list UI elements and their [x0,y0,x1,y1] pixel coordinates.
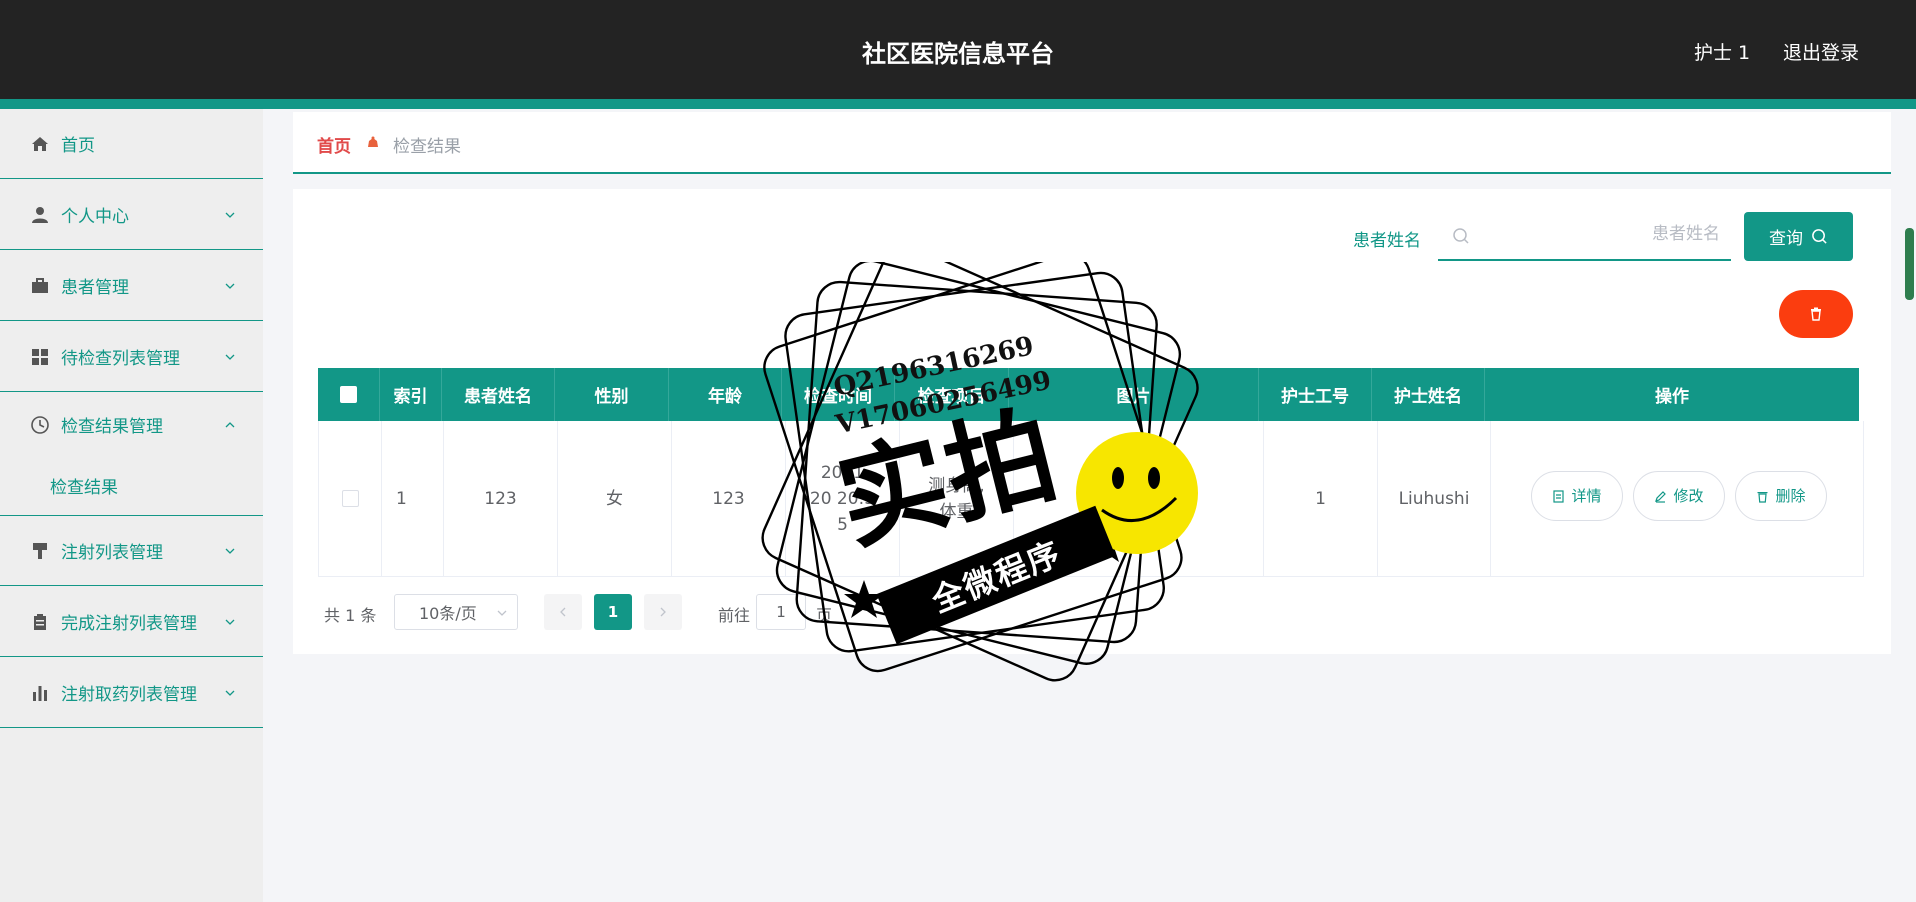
batch-delete-button[interactable] [1779,290,1853,338]
search-label: 患者姓名 [1353,231,1421,251]
cell-index: 1 [382,421,444,576]
grid-icon [30,347,50,367]
trash-icon [1811,307,1821,321]
sidebar-item-label: 首页 [61,136,95,156]
user-icon [30,205,50,225]
goto-unit: 页 [816,606,833,625]
chevron-down-icon [225,283,235,289]
sidebar-item-label: 注射列表管理 [61,543,163,563]
search-icon [1812,229,1827,244]
sidebar-subitem-check-results[interactable]: 检查结果 [50,473,118,498]
cell-age: 123 [672,421,786,576]
brush-icon [30,541,50,561]
top-header: 社区医院信息平台 护士 1 退出登录 [0,0,1916,99]
goto-page-input[interactable] [756,594,806,630]
sidebar-item-check-results[interactable]: 检查结果管理 [0,393,263,456]
clipboard-icon [30,612,50,632]
sidebar-item-home[interactable]: 首页 [0,109,263,179]
flag-icon [368,136,378,147]
clock-icon [30,415,50,435]
sidebar-item-label: 待检查列表管理 [61,349,180,369]
briefcase-icon [30,276,50,296]
column-header: 操作 [1655,387,1689,407]
detail-button[interactable]: 详情 [1531,471,1623,521]
header-accent-bar [0,99,1916,109]
cell-nurse-id: 1 [1264,421,1378,576]
cell-gender: 女 [558,421,672,576]
prev-page-button[interactable] [544,594,582,630]
column-header: 护士工号 [1259,368,1372,421]
next-page-button[interactable] [644,594,682,630]
column-header: 索引 [380,368,442,421]
row-select-cell [319,421,382,576]
edit-button-label: 修改 [1673,487,1704,505]
chevron-left-icon [560,607,566,617]
column-header: 年龄 [669,368,782,421]
home-icon [30,134,50,154]
query-button-label: 查询 [1769,229,1803,249]
search-box [1438,211,1731,261]
row-checkbox[interactable] [341,490,359,507]
select-all-checkbox[interactable] [340,386,357,403]
sidebar-item-label: 注射取药列表管理 [61,685,197,705]
page-scrollbar[interactable] [1905,228,1914,300]
chevron-down-icon [225,619,235,625]
detail-button-label: 详情 [1571,487,1602,505]
sidebar-item-completed-injections[interactable]: 完成注射列表管理 [0,587,263,657]
edit-icon [1655,490,1667,503]
cell-patient-name: 123 [444,421,558,576]
edit-button[interactable]: 修改 [1633,471,1725,521]
chevron-right-icon [660,607,666,617]
current-user: 护士 1 [1694,42,1751,64]
sidebar: 首页 个人中心 患者管理 待检查列表管理 检查结果管理 检查结果 注射列表管理 [0,109,263,902]
pagination-total: 共 1 条 [324,606,377,625]
app-title: 社区医院信息平台 [862,40,1054,68]
trash-icon [1757,491,1768,503]
column-header: 性别 [555,368,669,421]
table-header: 索引 患者姓名 性别 年龄 检查时间 检查项目 图片 护士工号 护士姓名 操作 [318,368,1859,421]
sidebar-item-injection-pickup[interactable]: 注射取药列表管理 [0,658,263,728]
delete-button[interactable]: 删除 [1735,471,1827,521]
cell-actions: 详情 修改 删除 [1491,421,1863,576]
chevron-up-icon [225,421,235,427]
sidebar-item-label: 完成注射列表管理 [61,614,197,634]
bar-chart-icon [30,683,50,703]
cell-nurse-name: Liuhushi [1378,421,1491,576]
sidebar-item-label: 个人中心 [61,207,129,227]
search-icon [1453,228,1469,244]
breadcrumb-home[interactable]: 首页 [317,132,351,157]
goto-label: 前往 [718,606,751,625]
delete-button-label: 删除 [1775,487,1806,505]
sidebar-item-patients[interactable]: 患者管理 [0,251,263,321]
document-icon [1553,489,1565,503]
sidebar-item-label: 检查结果管理 [61,417,163,437]
query-button[interactable]: 查询 [1744,212,1853,261]
chevron-down-icon [225,212,235,218]
header-select-all-cell [318,368,380,421]
logout-link[interactable]: 退出登录 [1783,38,1859,65]
chevron-down-icon [225,354,235,360]
page-number-button[interactable]: 1 [594,594,632,630]
sidebar-item-injections[interactable]: 注射列表管理 [0,516,263,586]
breadcrumb-current: 检查结果 [393,137,461,157]
page-size-value: 10条/页 [419,604,477,623]
page-size-select[interactable]: 10条/页 [394,594,518,630]
sidebar-item-label: 患者管理 [61,278,129,298]
sidebar-item-pending-checks[interactable]: 待检查列表管理 [0,322,263,392]
breadcrumb: 首页 检查结果 [293,112,1891,174]
column-header: 患者姓名 [442,368,555,421]
chevron-down-icon [225,548,235,554]
chevron-down-icon [497,610,507,616]
column-header: 护士姓名 [1372,368,1485,421]
search-input[interactable] [1482,211,1720,257]
chevron-down-icon [225,690,235,696]
sidebar-item-profile[interactable]: 个人中心 [0,180,263,250]
